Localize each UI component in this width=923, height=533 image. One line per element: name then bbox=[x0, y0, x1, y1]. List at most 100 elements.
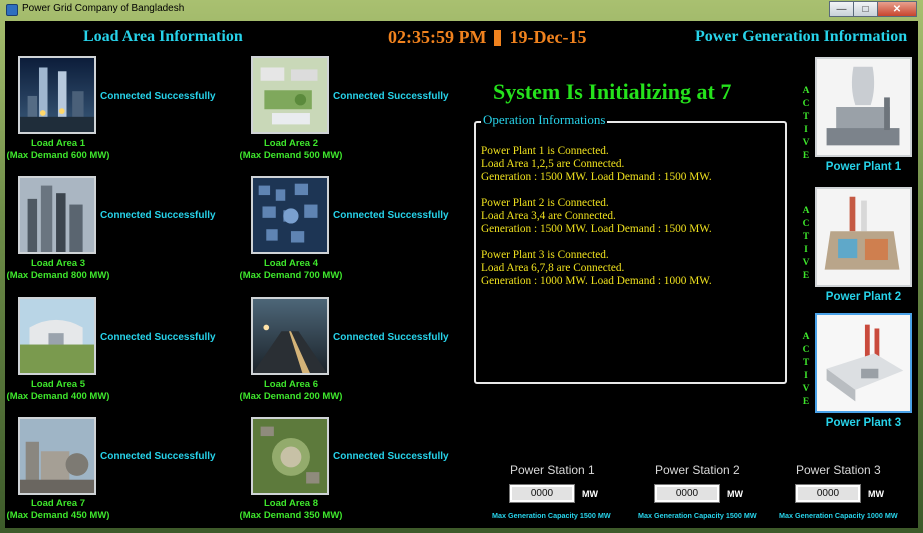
plant-active-letter: T bbox=[802, 358, 810, 368]
operation-block-1: Power Plant 1 is Connected. Load Area 1,… bbox=[481, 145, 712, 184]
operation-line: Generation : 1500 MW. Load Demand : 1500… bbox=[481, 171, 712, 183]
load-area-status: Connected Successfully bbox=[100, 210, 216, 221]
load-area-demand: (Max Demand 700 MW) bbox=[239, 270, 343, 281]
power-station-title: Power Station 2 bbox=[655, 463, 740, 477]
power-station-capacity: Max Generation Capacity 1500 MW bbox=[492, 511, 611, 520]
minimize-button[interactable]: — bbox=[829, 1, 853, 17]
load-area-name: Load Area 4 bbox=[263, 258, 319, 269]
power-station-unit: MW bbox=[582, 489, 598, 499]
load-area-image[interactable] bbox=[18, 176, 96, 254]
load-area-name: Load Area 5 bbox=[30, 379, 86, 390]
plant-active-letter: I bbox=[804, 245, 808, 255]
load-area-name: Load Area 6 bbox=[263, 379, 319, 390]
load-area-demand: (Max Demand 350 MW) bbox=[239, 510, 343, 521]
load-area-image[interactable] bbox=[18, 297, 96, 375]
plant-active-letter: C bbox=[802, 345, 810, 355]
power-station-output-field[interactable]: 0000 bbox=[654, 484, 720, 503]
load-area-status: Connected Successfully bbox=[333, 210, 449, 221]
operation-line: Power Plant 2 is Connected. bbox=[481, 197, 609, 209]
plant-active-letter: V bbox=[802, 258, 810, 268]
title-bar[interactable]: Power Grid Company of Bangladesh — □ ✕ bbox=[0, 0, 923, 20]
operation-line: Load Area 6,7,8 are Connected. bbox=[481, 262, 625, 274]
plant-active-letter: A bbox=[802, 332, 810, 342]
plant-active-letter: E bbox=[802, 151, 810, 161]
operation-line: Generation : 1500 MW. Load Demand : 1500… bbox=[481, 223, 712, 235]
power-station-capacity: Max Generation Capacity 1500 MW bbox=[638, 511, 757, 520]
load-area-name: Load Area 3 bbox=[30, 258, 86, 269]
plant-active-indicator: ACTIVE bbox=[800, 205, 812, 283]
app-icon bbox=[6, 4, 18, 16]
main-panel: Load Area Information 02:35:59 PM 19-Dec… bbox=[5, 21, 918, 528]
plant-active-letter: C bbox=[802, 99, 810, 109]
plant-active-letter: I bbox=[804, 125, 808, 135]
power-station-capacity: Max Generation Capacity 1000 MW bbox=[779, 511, 898, 520]
power-station-title: Power Station 3 bbox=[796, 463, 881, 477]
load-area-image[interactable] bbox=[18, 417, 96, 495]
load-area-heading: Load Area Information bbox=[83, 28, 243, 45]
power-plant-name: Power Plant 1 bbox=[825, 161, 902, 173]
load-area-demand: (Max Demand 200 MW) bbox=[239, 391, 343, 402]
operation-line: Power Plant 3 is Connected. bbox=[481, 249, 609, 261]
load-area-status: Connected Successfully bbox=[100, 91, 216, 102]
load-area-image[interactable] bbox=[18, 56, 96, 134]
plant-active-letter: V bbox=[802, 384, 810, 394]
load-area-status: Connected Successfully bbox=[333, 91, 449, 102]
app-window: Power Grid Company of Bangladesh — □ ✕ L… bbox=[0, 0, 923, 533]
operation-line: Load Area 1,2,5 are Connected. bbox=[481, 158, 625, 170]
clock: 02:35:59 PM 19-Dec-15 bbox=[388, 27, 586, 48]
plant-active-letter: T bbox=[802, 112, 810, 122]
power-generation-heading: Power Generation Information bbox=[695, 28, 908, 45]
plant-active-letter: C bbox=[802, 219, 810, 229]
plant-active-letter: A bbox=[802, 86, 810, 96]
load-area-image[interactable] bbox=[251, 297, 329, 375]
load-area-status: Connected Successfully bbox=[333, 451, 449, 462]
load-area-image[interactable] bbox=[251, 417, 329, 495]
clock-separator bbox=[494, 29, 502, 46]
plant-active-indicator: ACTIVE bbox=[800, 85, 812, 163]
power-station-output-field[interactable]: 0000 bbox=[795, 484, 861, 503]
load-area-name: Load Area 2 bbox=[263, 138, 319, 149]
close-button[interactable]: ✕ bbox=[877, 1, 917, 17]
power-station-unit: MW bbox=[727, 489, 743, 499]
load-area-demand: (Max Demand 800 MW) bbox=[6, 270, 110, 281]
plant-active-letter: E bbox=[802, 271, 810, 281]
power-plant-name: Power Plant 2 bbox=[825, 291, 902, 303]
load-area-demand: (Max Demand 450 MW) bbox=[6, 510, 110, 521]
plant-active-letter: I bbox=[804, 371, 808, 381]
init-message: System Is Initializing at 7 bbox=[493, 79, 732, 104]
plant-active-letter: T bbox=[802, 232, 810, 242]
power-plant-image[interactable] bbox=[815, 313, 912, 413]
power-plant-image[interactable] bbox=[815, 57, 912, 157]
plant-active-letter: V bbox=[802, 138, 810, 148]
load-area-demand: (Max Demand 500 MW) bbox=[239, 150, 343, 161]
power-plant-name: Power Plant 3 bbox=[825, 417, 902, 429]
load-area-demand: (Max Demand 600 MW) bbox=[6, 150, 110, 161]
power-station-title: Power Station 1 bbox=[510, 463, 595, 477]
clock-date: 19-Dec-15 bbox=[509, 27, 587, 47]
maximize-button[interactable]: □ bbox=[853, 1, 877, 17]
load-area-image[interactable] bbox=[251, 56, 329, 134]
plant-active-indicator: ACTIVE bbox=[800, 331, 812, 409]
load-area-status: Connected Successfully bbox=[333, 332, 449, 343]
plant-active-letter: A bbox=[802, 206, 810, 216]
load-area-status: Connected Successfully bbox=[100, 332, 216, 343]
load-area-image[interactable] bbox=[251, 176, 329, 254]
power-plant-image[interactable] bbox=[815, 187, 912, 287]
operation-block-3: Power Plant 3 is Connected. Load Area 6,… bbox=[481, 249, 712, 288]
window-controls: — □ ✕ bbox=[829, 1, 917, 17]
operation-line: Load Area 3,4 are Connected. bbox=[481, 210, 616, 222]
operation-info-box: Operation Informations Power Plant 1 is … bbox=[474, 112, 787, 384]
load-area-name: Load Area 1 bbox=[30, 138, 86, 149]
plant-active-letter: E bbox=[802, 397, 810, 407]
load-area-demand: (Max Demand 400 MW) bbox=[6, 391, 110, 402]
clock-time: 02:35:59 PM bbox=[388, 27, 487, 47]
load-area-status: Connected Successfully bbox=[100, 451, 216, 462]
operation-info-title: Operation Informations bbox=[481, 112, 608, 128]
power-station-output-field[interactable]: 0000 bbox=[509, 484, 575, 503]
load-area-name: Load Area 7 bbox=[30, 498, 86, 509]
load-area-name: Load Area 8 bbox=[263, 498, 319, 509]
window-title: Power Grid Company of Bangladesh bbox=[22, 3, 185, 14]
power-station-unit: MW bbox=[868, 489, 884, 499]
operation-line: Power Plant 1 is Connected. bbox=[481, 145, 609, 157]
operation-line: Generation : 1000 MW. Load Demand : 1000… bbox=[481, 275, 712, 287]
